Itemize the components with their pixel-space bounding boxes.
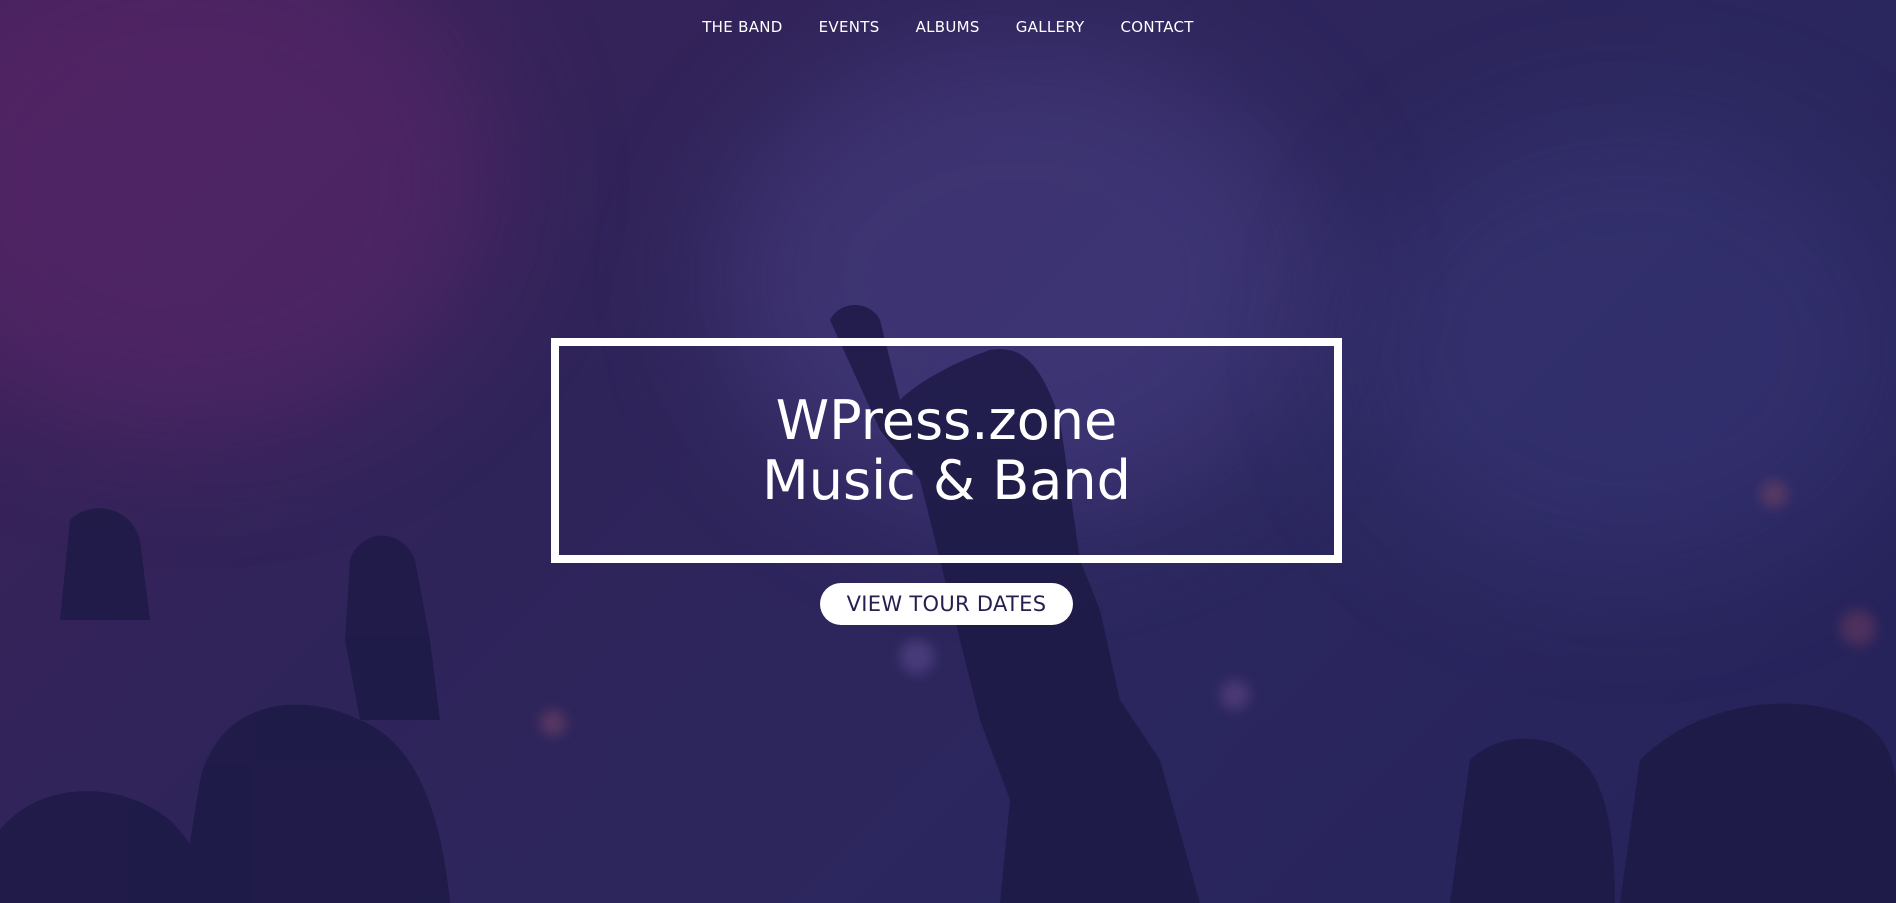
hero-title-line-2: Music & Band bbox=[762, 448, 1131, 512]
nav-item-the-band[interactable]: THE BAND bbox=[702, 18, 782, 36]
nav-item-contact[interactable]: CONTACT bbox=[1121, 18, 1194, 36]
view-tour-dates-button[interactable]: VIEW TOUR DATES bbox=[820, 583, 1073, 625]
hero-section: THE BAND EVENTS ALBUMS GALLERY CONTACT W… bbox=[0, 0, 1896, 903]
nav-item-gallery[interactable]: GALLERY bbox=[1016, 18, 1085, 36]
main-nav: THE BAND EVENTS ALBUMS GALLERY CONTACT bbox=[0, 18, 1896, 36]
hero-title-line-1: WPress.zone bbox=[775, 388, 1118, 452]
hero-title-box: WPress.zone Music & Band bbox=[551, 338, 1342, 563]
nav-item-events[interactable]: EVENTS bbox=[819, 18, 880, 36]
nav-item-albums[interactable]: ALBUMS bbox=[916, 18, 980, 36]
